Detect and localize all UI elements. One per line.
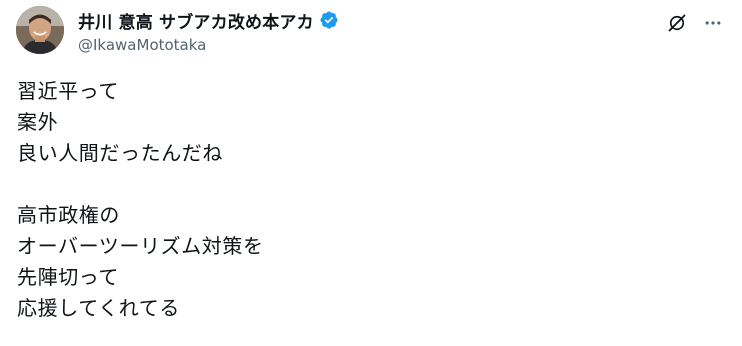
avatar[interactable] [16,6,64,54]
user-avatar-icon [16,6,64,54]
post-text-line: 習近平って [17,79,119,103]
post-text-line: 高市政権の [17,203,120,227]
paragraph-break [17,169,264,200]
post-text-line: 応援してくれてる [17,296,180,320]
name-row: 井川 意高 サブアカ改め本アカ [78,8,339,33]
more-dots-icon[interactable] [702,12,724,34]
author-display-name[interactable]: 井川 意高 サブアカ改め本アカ [78,8,314,33]
post-text-line: 先陣切って [17,265,119,289]
author-info: 井川 意高 サブアカ改め本アカ @IkawaMototaka [78,8,339,54]
post-text: 習近平って 案外 良い人間だったんだね 高市政権の オーバーツーリズム対策を 先… [17,76,264,324]
post-text-line: オーバーツーリズム対策を [17,234,264,258]
author-handle[interactable]: @IkawaMototaka [78,36,339,54]
post-actions [666,12,724,34]
verified-badge-icon [319,10,339,30]
post: 井川 意高 サブアカ改め本アカ @IkawaMototaka 習近平って 案外 … [0,0,742,346]
post-header: 井川 意高 サブアカ改め本アカ @IkawaMototaka [16,6,726,56]
post-text-line: 良い人間だったんだね [17,141,223,165]
post-text-line: 案外 [17,110,59,134]
grok-icon[interactable] [666,12,688,34]
